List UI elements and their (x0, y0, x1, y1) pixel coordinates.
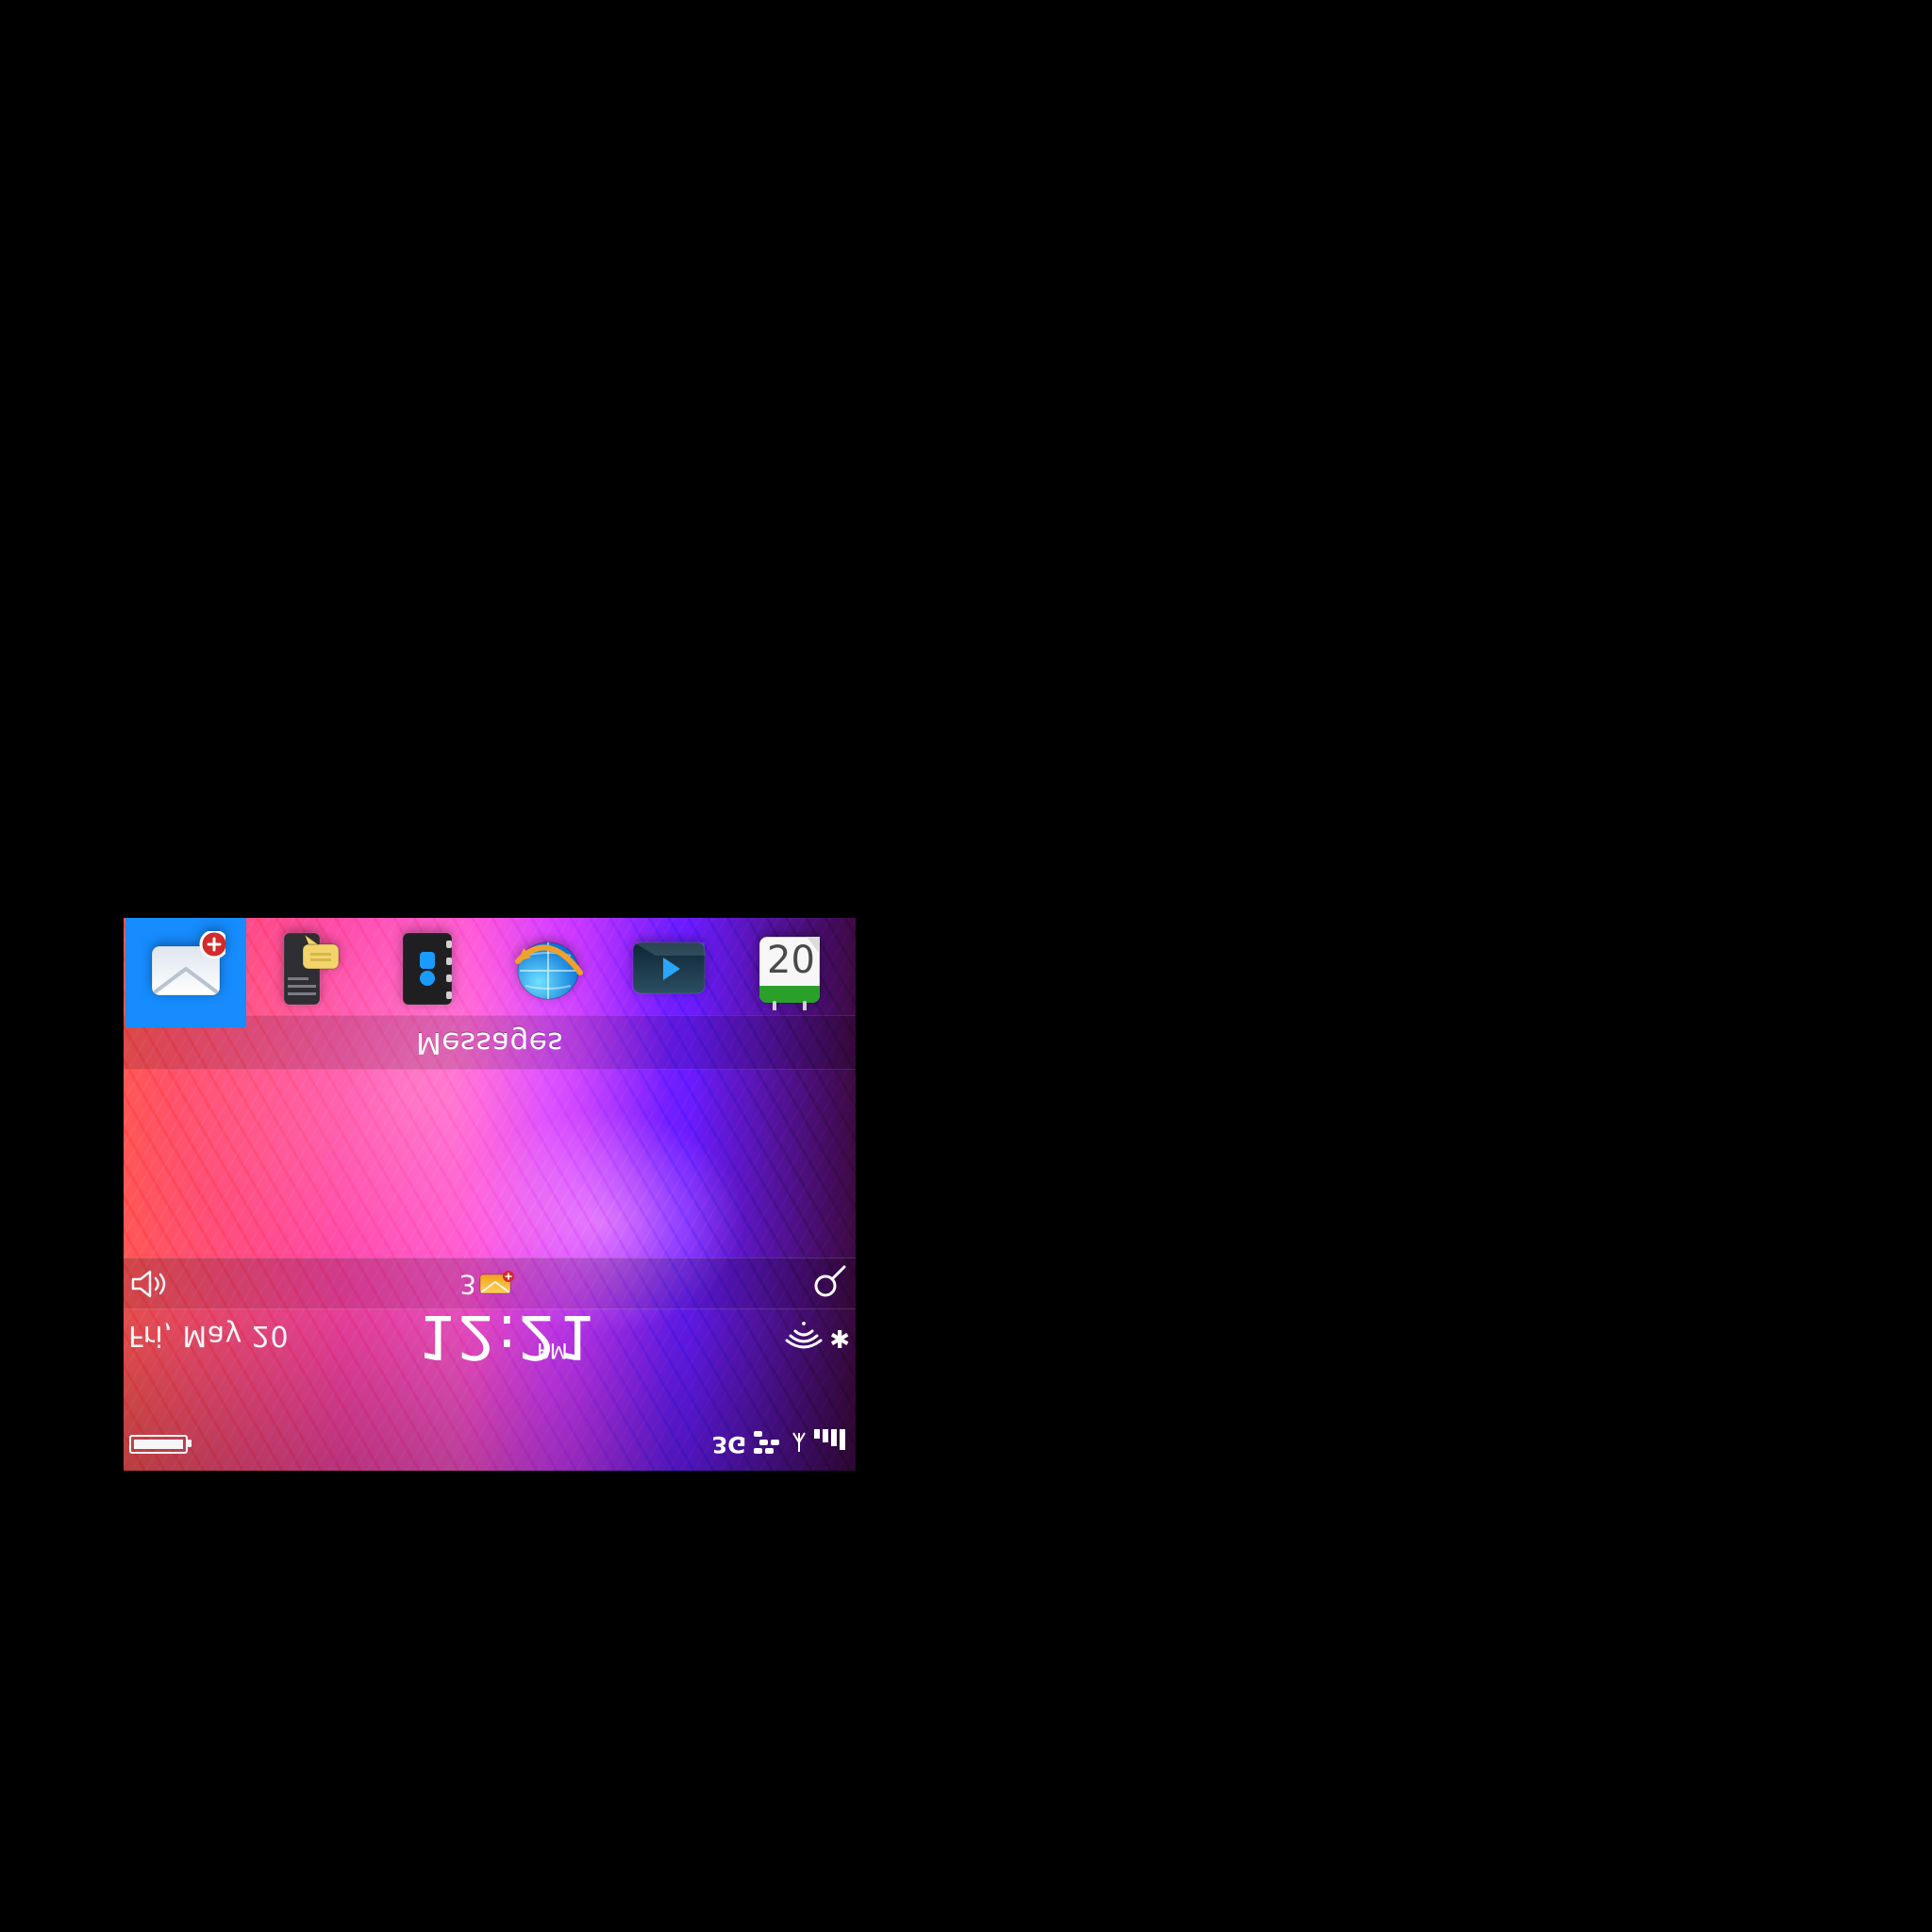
dock-item-text-messages[interactable] (246, 918, 367, 1027)
wireless-status: ✱ (784, 1318, 850, 1356)
status-row-top: 3G (124, 1416, 856, 1471)
dock-item-messages[interactable] (125, 918, 246, 1027)
dock-item-media[interactable] (608, 918, 729, 1027)
mail-notification-icon[interactable] (478, 1271, 514, 1299)
status-bar: 3G Fri, May 20 12:21 PM ✱ (124, 1301, 856, 1471)
contacts-icon (402, 932, 453, 1006)
speaker-icon[interactable] (129, 1268, 173, 1300)
battery-level (134, 1440, 183, 1449)
text-messages-icon (283, 932, 340, 1006)
messages-icon (151, 931, 225, 996)
bluetooth-icon: ✱ (829, 1324, 850, 1352)
signal-strength-icon (791, 1429, 850, 1456)
dock-item-browser[interactable] (488, 918, 608, 1027)
unread-messages-count[interactable]: 3 (459, 1269, 476, 1300)
date-text: Fri, May 20 (128, 1319, 290, 1352)
browser-icon (515, 941, 583, 1000)
ampm-text: PM (537, 1338, 569, 1361)
antenna-icon (792, 1432, 806, 1452)
status-row-bottom: Fri, May 20 12:21 PM ✱ (124, 1301, 856, 1416)
calendar-day: 20 (767, 939, 815, 982)
search-icon[interactable] (810, 1263, 848, 1301)
notification-bar: 3 (124, 1257, 856, 1309)
time-text: 12:21 (418, 1301, 597, 1371)
device-screen: 3G Fri, May 20 12:21 PM ✱ 3 Messages 20 (124, 918, 856, 1471)
blackberry-logo-icon (754, 1429, 782, 1454)
dock-item-calendar[interactable]: 20 (729, 918, 850, 1027)
selected-app-title: Messages (415, 1025, 564, 1059)
connectivity-status: 3G (699, 1425, 850, 1457)
screen-flip-container: 3G Fri, May 20 12:21 PM ✱ 3 Messages 20 (124, 918, 856, 1471)
network-type: 3G (711, 1431, 746, 1457)
dock-item-contacts[interactable] (367, 918, 488, 1027)
wifi-icon (785, 1322, 823, 1349)
app-dock: 20 (124, 918, 856, 1027)
media-icon (632, 941, 706, 994)
battery-icon (129, 1435, 188, 1454)
